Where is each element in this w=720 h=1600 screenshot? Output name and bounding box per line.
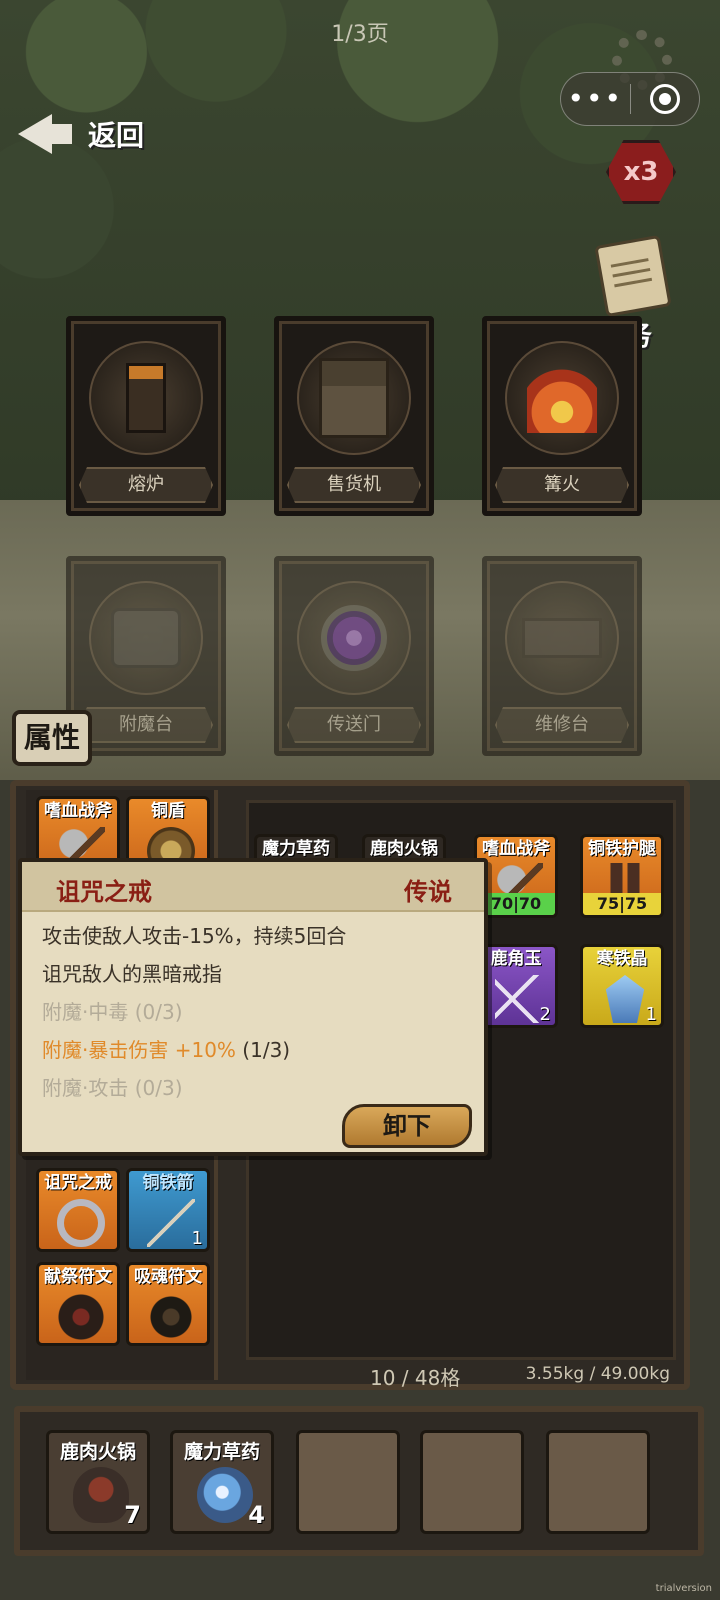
rune-icon xyxy=(57,1293,105,1341)
item-name: 吸魂符文 xyxy=(134,1267,202,1287)
station-furnace[interactable]: 熔炉 xyxy=(66,316,226,516)
enchant-crit-damage-count: (1/3) xyxy=(242,1038,291,1062)
target-icon xyxy=(649,84,680,114)
vending-machine-icon xyxy=(319,358,389,438)
durability-bar: 75|75 xyxy=(583,893,661,915)
bag-capacity: 10 / 48格 3.55kg / 49.00kg xyxy=(250,1362,680,1392)
attributes-tab[interactable]: 属性 xyxy=(12,710,92,766)
campfire-icon xyxy=(527,363,597,433)
quickbar-slot-mana-herb[interactable]: 魔力草药 4 xyxy=(170,1430,274,1534)
station-label: 售货机 xyxy=(287,467,421,503)
station-label: 熔炉 xyxy=(79,467,213,503)
item-name: 铜铁箭 xyxy=(142,1173,194,1193)
item-name: 嗜血战斧 xyxy=(44,801,112,821)
close-miniprogram-button[interactable] xyxy=(631,84,700,114)
portal-icon xyxy=(321,605,387,671)
quickbar-slot-empty[interactable] xyxy=(420,1430,524,1534)
enchanting-table-icon xyxy=(111,608,181,668)
item-count: 2 xyxy=(539,1004,551,1025)
furnace-icon xyxy=(126,363,166,433)
tooltip-effect: 攻击使敌人攻击-15%，持续5回合 xyxy=(42,924,347,948)
item-count: 1 xyxy=(645,1004,657,1025)
enchant-crit-damage: 附魔·暴击伤害 +10% (1/3) xyxy=(42,1034,290,1063)
item-count: 1 xyxy=(191,1228,203,1249)
enchant-poison: 附魔·中毒 (0/3) xyxy=(42,1000,183,1024)
equip-slot-soul-drain-rune[interactable]: 吸魂符文 xyxy=(126,1262,210,1346)
item-name: 鹿肉火锅 xyxy=(59,1441,136,1463)
quickbar-slot-empty[interactable] xyxy=(546,1430,650,1534)
tooltip-title: 诅咒之戒 xyxy=(56,878,152,906)
bag-slot-cold-iron-crystal[interactable]: 寒铁晶 1 xyxy=(580,944,664,1028)
enchant-crit-damage-text: 附魔·暴击伤害 +10% xyxy=(42,1038,236,1062)
scroll-icon xyxy=(594,234,672,318)
station-label: 传送门 xyxy=(287,707,421,743)
bag-slot-copper-leggings[interactable]: 铜铁护腿 75|75 xyxy=(580,834,664,918)
tooltip-rarity: 传说 xyxy=(404,878,452,906)
arrow-icon xyxy=(147,1199,195,1247)
equip-slot-sacrifice-rune[interactable]: 献祭符文 xyxy=(36,1262,120,1346)
item-name: 鹿角玉 xyxy=(490,949,542,969)
durability-bar: 70|70 xyxy=(477,893,555,915)
trial-version-tag: trialversion xyxy=(655,1583,712,1594)
station-orb xyxy=(297,341,411,455)
hotpot-icon xyxy=(73,1467,129,1523)
tooltip-description: 诅咒敌人的黑暗戒指 xyxy=(42,962,222,986)
item-name: 嗜血战斧 xyxy=(482,839,550,859)
enchant-attack: 附魔·攻击 (0/3) xyxy=(42,1076,183,1100)
station-label: 维修台 xyxy=(495,707,629,743)
weight-count: 3.55kg / 49.00kg xyxy=(525,1364,670,1384)
slot-count: 10 / 48格 xyxy=(370,1366,461,1390)
item-count: 4 xyxy=(248,1501,265,1529)
item-name: 魔力草药 xyxy=(183,1441,260,1463)
miniprogram-capsule: ••• xyxy=(560,72,700,126)
station-orb xyxy=(505,341,619,455)
item-name: 寒铁晶 xyxy=(596,949,648,969)
item-name: 铜盾 xyxy=(151,801,185,821)
back-button[interactable]: 返回 xyxy=(18,106,168,162)
repair-bench-icon xyxy=(522,618,602,658)
quickbar-slot-venison-hotpot[interactable]: 鹿肉火锅 7 xyxy=(46,1430,150,1534)
star-rune-icon xyxy=(147,1293,195,1341)
item-name: 诅咒之戒 xyxy=(44,1173,112,1193)
equip-slot-curse-ring[interactable]: 诅咒之戒 xyxy=(36,1168,120,1252)
item-tooltip: 诅咒之戒 传说 攻击使敌人攻击-15%，持续5回合 诅咒敌人的黑暗戒指 附魔·中… xyxy=(18,858,488,1156)
item-name: 铜铁护腿 xyxy=(588,839,656,859)
station-orb xyxy=(89,341,203,455)
station-vending-machine[interactable]: 售货机 xyxy=(274,316,434,516)
station-label: 附魔台 xyxy=(79,707,213,743)
more-menu-button[interactable]: ••• xyxy=(561,72,630,126)
item-name: 献祭符文 xyxy=(44,1267,112,1287)
page-indicator: 1/3页 xyxy=(331,22,389,47)
back-arrow-icon xyxy=(18,114,74,154)
back-label: 返回 xyxy=(88,119,145,152)
crystal-icon xyxy=(605,975,645,1023)
station-orb xyxy=(297,581,411,695)
station-portal[interactable]: 传送门 xyxy=(274,556,434,756)
antler-jade-icon xyxy=(495,975,543,1023)
unequip-button[interactable]: 卸下 xyxy=(342,1104,472,1148)
station-orb xyxy=(89,581,203,695)
station-campfire[interactable]: 篝火 xyxy=(482,316,642,516)
station-label: 篝火 xyxy=(495,467,629,503)
station-repair-bench[interactable]: 维修台 xyxy=(482,556,642,756)
item-count: 7 xyxy=(124,1501,141,1529)
station-orb xyxy=(505,581,619,695)
ring-icon xyxy=(57,1199,105,1247)
quickbar-slot-empty[interactable] xyxy=(296,1430,400,1534)
potion-icon xyxy=(197,1467,253,1523)
equip-slot-copper-arrow[interactable]: 铜铁箭 1 xyxy=(126,1168,210,1252)
